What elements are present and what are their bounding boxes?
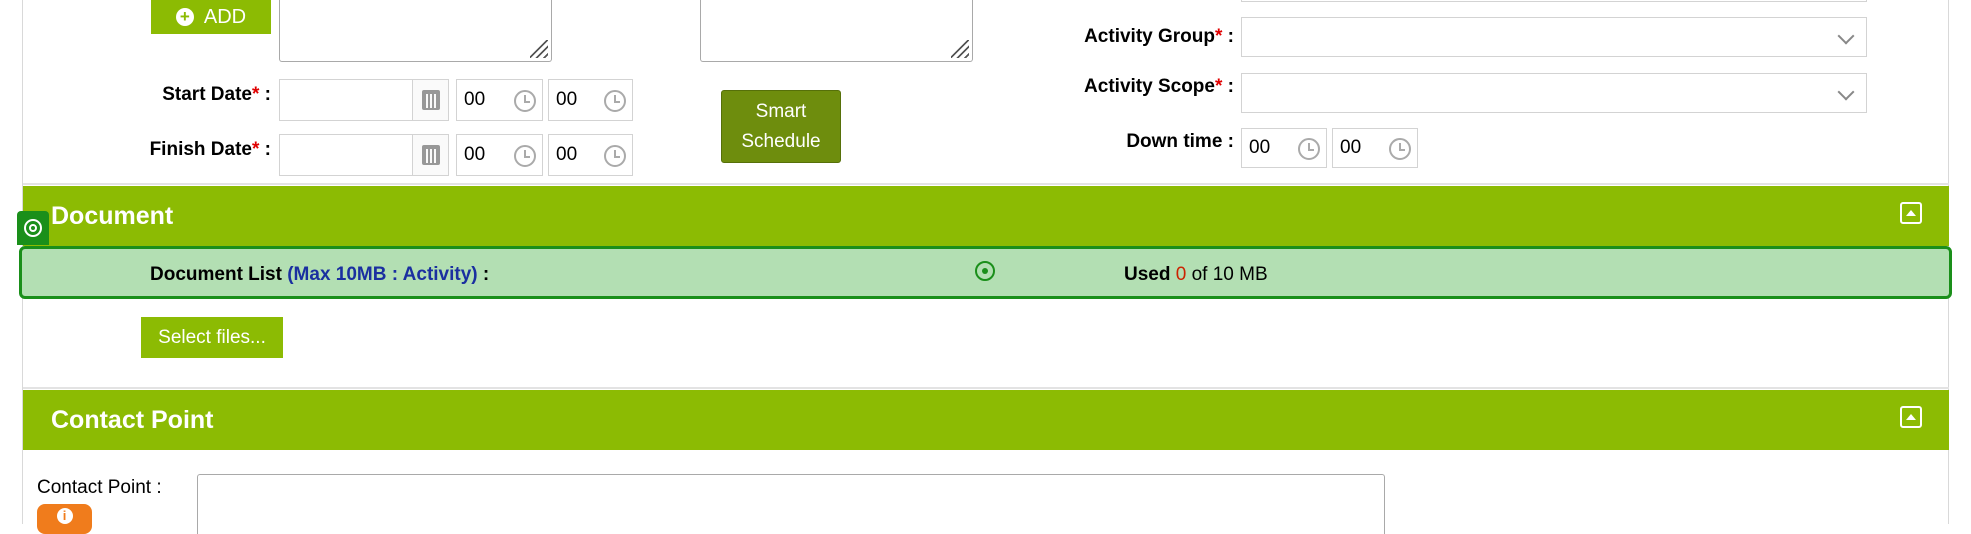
section-divider xyxy=(23,183,1949,185)
finish-minute-value: 00 xyxy=(556,144,578,165)
contact-point-textarea[interactable] xyxy=(197,474,1385,534)
clock-icon[interactable] xyxy=(514,90,536,112)
start-date-label: Start Date* : xyxy=(162,84,271,105)
down-time-label: Down time : xyxy=(1126,131,1234,152)
down-time-minute-value: 00 xyxy=(1340,137,1362,158)
start-date-calendar-button[interactable] xyxy=(413,79,449,121)
add-button-label: ADD xyxy=(203,5,247,28)
top-select-edge[interactable] xyxy=(1241,0,1867,2)
activity-group-label: Activity Group* : xyxy=(1084,26,1234,47)
document-section-header[interactable]: Document xyxy=(23,186,1949,246)
chevron-down-icon xyxy=(1837,83,1855,101)
finish-hour-input[interactable]: 00 xyxy=(456,134,543,176)
document-usage: Used 0 of 10 MB xyxy=(1124,264,1268,285)
start-minute-value: 00 xyxy=(556,89,578,110)
resize-grip-icon[interactable] xyxy=(530,40,548,58)
target-icon xyxy=(17,211,49,245)
contact-section-header[interactable]: Contact Point xyxy=(23,390,1949,450)
smart-schedule-line1: Smart xyxy=(755,100,807,122)
used-value: 0 xyxy=(1175,264,1187,285)
select-files-button[interactable]: Select files... xyxy=(141,317,283,358)
clock-icon[interactable] xyxy=(514,145,536,167)
collapse-up-icon[interactable] xyxy=(1900,406,1922,428)
section-divider xyxy=(23,387,1949,389)
activity-scope-label: Activity Scope* : xyxy=(1084,76,1234,97)
finish-date-label: Finish Date* : xyxy=(149,139,271,160)
plus-circle-icon: + xyxy=(175,8,194,26)
finish-date-calendar-button[interactable] xyxy=(413,134,449,176)
calendar-icon xyxy=(421,90,440,110)
remark-textarea[interactable] xyxy=(700,0,973,62)
description-textarea[interactable] xyxy=(279,0,552,62)
calendar-icon xyxy=(421,145,440,165)
down-time-hour-value: 00 xyxy=(1249,137,1271,158)
down-time-minute-input[interactable]: 00 xyxy=(1332,128,1418,168)
collapse-up-icon[interactable] xyxy=(1900,202,1922,224)
crosshair-icon xyxy=(975,261,995,281)
document-section-title: Document xyxy=(51,202,174,230)
resize-grip-icon[interactable] xyxy=(951,40,969,58)
clock-icon[interactable] xyxy=(604,145,626,167)
contact-point-label: Contact Point : xyxy=(37,477,162,498)
info-button[interactable]: i xyxy=(37,504,92,534)
add-button[interactable]: + ADD xyxy=(151,0,271,34)
smart-schedule-line2: Schedule xyxy=(741,130,821,152)
down-time-hour-input[interactable]: 00 xyxy=(1241,128,1327,168)
finish-date-input[interactable] xyxy=(279,134,413,176)
finish-minute-input[interactable]: 00 xyxy=(548,134,633,176)
start-hour-input[interactable]: 00 xyxy=(456,79,543,121)
clock-icon[interactable] xyxy=(604,90,626,112)
document-list-label: Document List (Max 10MB : Activity) : xyxy=(150,264,490,285)
contact-section-title: Contact Point xyxy=(51,406,214,434)
chevron-down-icon xyxy=(1837,27,1855,45)
activity-scope-select[interactable] xyxy=(1241,73,1867,113)
finish-hour-value: 00 xyxy=(464,144,486,165)
start-date-input[interactable] xyxy=(279,79,413,121)
clock-icon[interactable] xyxy=(1298,138,1320,160)
start-hour-value: 00 xyxy=(464,89,486,110)
start-minute-input[interactable]: 00 xyxy=(548,79,633,121)
smart-schedule-button[interactable]: Smart Schedule xyxy=(721,90,841,163)
document-limit-text: (Max 10MB : Activity) xyxy=(287,264,478,285)
activity-group-select[interactable] xyxy=(1241,17,1867,57)
clock-icon[interactable] xyxy=(1389,138,1411,160)
info-icon: i xyxy=(56,508,73,524)
